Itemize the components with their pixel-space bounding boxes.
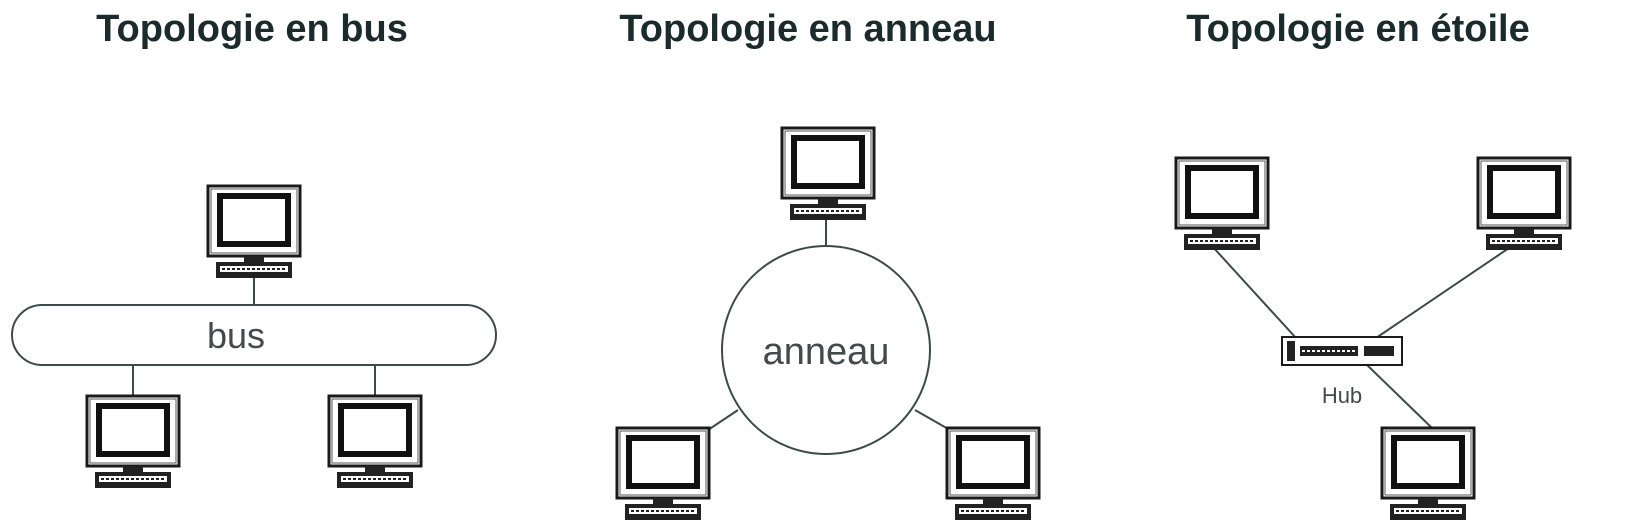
star-topology: Hub: [1176, 158, 1570, 520]
bus-label: bus: [207, 315, 265, 356]
hub-device: [1281, 336, 1403, 366]
star-link-bottom: [1365, 363, 1433, 429]
star-link-right: [1375, 245, 1513, 339]
bus-computer-right: [329, 396, 421, 488]
bus-topology: bus: [11, 186, 497, 488]
ring-label: anneau: [763, 331, 890, 373]
star-computer-left: [1176, 158, 1268, 250]
bus-computer-top: [208, 186, 300, 278]
topology-diagrams: bus anneau Hub: [11, 0, 1648, 532]
ring-topology: anneau: [617, 128, 1039, 520]
ring-computer-top: [782, 128, 874, 220]
star-computer-right: [1478, 158, 1570, 250]
ring-computer-right: [947, 428, 1039, 520]
ring-link-left: [707, 409, 739, 431]
ring-computer-left: [617, 428, 709, 520]
star-link-left: [1211, 245, 1297, 339]
bus-computer-left: [87, 396, 179, 488]
hub-label: Hub: [1322, 383, 1362, 408]
star-computer-bottom: [1382, 428, 1474, 520]
ring-link-right: [914, 409, 951, 431]
